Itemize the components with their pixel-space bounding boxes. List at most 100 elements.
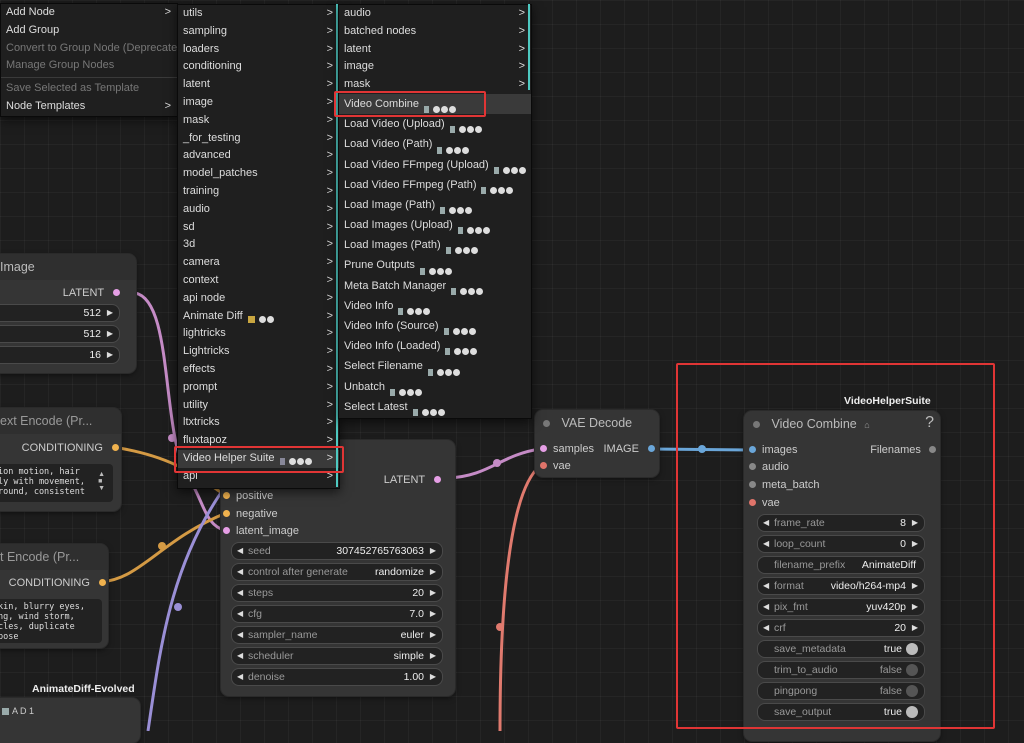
loop-count-widget[interactable]: ◀ loop_count 0 ▶ xyxy=(757,535,925,553)
save-output-toggle[interactable]: save_output true xyxy=(757,703,925,721)
submenu-item-audio[interactable]: audio > xyxy=(339,5,531,23)
menu-item-load-video-upload[interactable]: Load Video (Upload) xyxy=(339,114,531,134)
menu-item-audio[interactable]: audio > xyxy=(178,201,339,219)
menu-item-loaders[interactable]: loaders > xyxy=(178,41,339,59)
menu-item-prompt[interactable]: prompt > xyxy=(178,379,339,397)
menu-item-api-node[interactable]: api node > xyxy=(178,290,339,308)
input-images[interactable]: images xyxy=(749,441,797,459)
control-after-generate-widget[interactable]: ◀ control after generate randomize ▶ xyxy=(231,563,443,581)
menu-item-camera[interactable]: camera > xyxy=(178,254,339,272)
menu-item-video-helper-suite[interactable]: Video Helper Suite > xyxy=(178,449,339,468)
menu-item-mask[interactable]: mask > xyxy=(178,112,339,130)
scheduler-widget[interactable]: ◀ scheduler simple ▶ xyxy=(231,647,443,665)
video-combine-node[interactable]: Video Combine ⌂ ? images audio meta_batc… xyxy=(744,411,940,741)
menu-item-effects[interactable]: effects > xyxy=(178,361,339,379)
input-vae[interactable]: vae xyxy=(749,494,780,512)
submenu-item-batched-nodes[interactable]: batched nodes > xyxy=(339,23,531,41)
menu-item-load-video-ffmpeg-upload[interactable]: Load Video FFmpeg (Upload) xyxy=(339,155,531,175)
menu-item-lightricks[interactable]: Lightricks > xyxy=(178,343,339,361)
menu-item-sd[interactable]: sd > xyxy=(178,219,339,237)
steps-widget[interactable]: ◀ steps 20 ▶ xyxy=(231,584,443,602)
menu-item-load-image-path[interactable]: Load Image (Path) xyxy=(339,195,531,215)
input-negative[interactable]: negative xyxy=(223,505,278,523)
menu-item-convert-to-group-node[interactable]: Convert to Group Node (Deprecated) xyxy=(1,40,187,58)
negative-text-encode-node[interactable]: t Encode (Pr... CONDITIONING kin, blurry… xyxy=(0,544,108,648)
menu-item-load-images-path[interactable]: Load Images (Path) xyxy=(339,235,531,255)
help-icon[interactable]: ? xyxy=(925,414,934,432)
submenu-item-latent[interactable]: latent > xyxy=(339,41,531,59)
crf-widget[interactable]: ◀ crf 20 ▶ xyxy=(757,619,925,637)
menu-item-fluxtapoz[interactable]: fluxtapoz > xyxy=(178,432,339,450)
denoise-widget[interactable]: ◀ denoise 1.00 ▶ xyxy=(231,668,443,686)
input-meta-batch[interactable]: meta_batch xyxy=(749,476,819,494)
output-conditioning[interactable]: CONDITIONING xyxy=(22,439,119,457)
input-latent-image[interactable]: latent_image xyxy=(223,522,299,540)
output-conditioning[interactable]: CONDITIONING xyxy=(9,574,106,592)
menu-item-utility[interactable]: utility > xyxy=(178,397,339,415)
menu-item-model-patches[interactable]: model_patches > xyxy=(178,165,339,183)
menu-item-save-as-template[interactable]: Save Selected as Template xyxy=(1,80,177,98)
menu-item-load-video-path[interactable]: Load Video (Path) xyxy=(339,134,531,154)
output-latent[interactable]: LATENT xyxy=(63,284,120,302)
submenu-item-image[interactable]: image > xyxy=(339,58,531,76)
seed-widget[interactable]: ◀ seed 307452765763063 ▶ xyxy=(231,542,443,560)
scroll-handle-icon[interactable]: ▲ ■ ▼ xyxy=(98,471,105,492)
menu-item-video-info-source[interactable]: Video Info (Source) xyxy=(339,316,531,336)
input-vae[interactable]: vae xyxy=(540,457,571,475)
collapse-dot-icon[interactable] xyxy=(753,421,760,429)
prompt-textarea[interactable]: kin, blurry eyes, ng, wind storm, cles, … xyxy=(0,599,102,643)
frame-rate-widget[interactable]: ◀ frame_rate 8 ▶ xyxy=(757,514,925,532)
menu-item-advanced[interactable]: advanced > xyxy=(178,147,339,165)
menu-item-conditioning[interactable]: conditioning > xyxy=(178,58,339,76)
collapse-dot-icon[interactable] xyxy=(543,420,550,428)
format-widget[interactable]: ◀ format video/h264-mp4 ▶ xyxy=(757,577,925,595)
height-widget[interactable]: 512 ▶ xyxy=(0,325,120,343)
menu-item-latent[interactable]: latent > xyxy=(178,76,339,94)
menu-item-video-combine[interactable]: Video Combine xyxy=(339,93,531,115)
cfg-widget[interactable]: ◀ cfg 7.0 ▶ xyxy=(231,605,443,623)
menu-item-add-node[interactable]: Add Node > xyxy=(1,4,177,22)
menu-item-manage-group-nodes[interactable]: Manage Group Nodes xyxy=(1,57,177,75)
positive-text-encode-node[interactable]: ext Encode (Pr... CONDITIONING ion motio… xyxy=(0,408,121,511)
menu-item-for-testing[interactable]: _for_testing > xyxy=(178,130,339,148)
menu-item-lightricks[interactable]: lightricks > xyxy=(178,325,339,343)
menu-item-select-latest[interactable]: Select Latest xyxy=(339,397,531,417)
menu-item-video-info-loaded[interactable]: Video Info (Loaded) xyxy=(339,336,531,356)
input-positive[interactable]: positive xyxy=(223,487,273,505)
menu-item-api[interactable]: api > xyxy=(178,468,339,486)
menu-item-image[interactable]: image > xyxy=(178,94,339,112)
pingpong-toggle[interactable]: pingpong false xyxy=(757,682,925,700)
input-samples[interactable]: samples xyxy=(540,440,594,458)
menu-item-load-images-upload[interactable]: Load Images (Upload) xyxy=(339,215,531,235)
menu-item-video-info[interactable]: Video Info xyxy=(339,296,531,316)
output-image[interactable]: IMAGE xyxy=(603,440,655,458)
menu-item-animate-diff[interactable]: Animate Diff > xyxy=(178,308,339,326)
submenu-item-mask[interactable]: mask > xyxy=(339,76,531,94)
menu-item-prune-outputs[interactable]: Prune Outputs xyxy=(339,255,531,275)
menu-item-training[interactable]: training > xyxy=(178,183,339,201)
menu-item-add-group[interactable]: Add Group xyxy=(1,22,177,40)
width-widget[interactable]: 512 ▶ xyxy=(0,304,120,322)
input-audio[interactable]: audio xyxy=(749,458,789,476)
output-latent[interactable]: LATENT xyxy=(384,471,441,489)
pix-fmt-widget[interactable]: ◀ pix_fmt yuv420p ▶ xyxy=(757,598,925,616)
menu-item-select-filename[interactable]: Select Filename xyxy=(339,356,531,376)
menu-item-meta-batch-manager[interactable]: Meta Batch Manager xyxy=(339,276,531,296)
output-filenames[interactable]: Filenames xyxy=(870,441,936,459)
save-metadata-toggle[interactable]: save_metadata true xyxy=(757,640,925,658)
trim-to-audio-toggle[interactable]: trim_to_audio false xyxy=(757,661,925,679)
menu-item-utils[interactable]: utils > xyxy=(178,5,339,23)
menu-item-sampling[interactable]: sampling > xyxy=(178,23,339,41)
empty-latent-node[interactable]: Image LATENT 512 ▶ 512 ▶ 16 ▶ xyxy=(0,254,136,373)
menu-item-context[interactable]: context > xyxy=(178,272,339,290)
filename-prefix-widget[interactable]: filename_prefix AnimateDiff xyxy=(757,556,925,574)
vae-decode-node[interactable]: VAE Decode samples vae IMAGE xyxy=(535,410,659,477)
animatediff-node[interactable]: A D 1 xyxy=(0,698,140,743)
menu-item-node-templates[interactable]: Node Templates > xyxy=(1,98,177,116)
menu-item-ltxtricks[interactable]: ltxtricks > xyxy=(178,414,339,432)
menu-item-3d[interactable]: 3d > xyxy=(178,236,339,254)
sampler-name-widget[interactable]: ◀ sampler_name euler ▶ xyxy=(231,626,443,644)
prompt-textarea[interactable]: ion motion, hair ly with movement, round… xyxy=(0,464,113,502)
menu-item-unbatch[interactable]: Unbatch xyxy=(339,377,531,397)
menu-item-load-video-ffmpeg-path[interactable]: Load Video FFmpeg (Path) xyxy=(339,175,531,195)
